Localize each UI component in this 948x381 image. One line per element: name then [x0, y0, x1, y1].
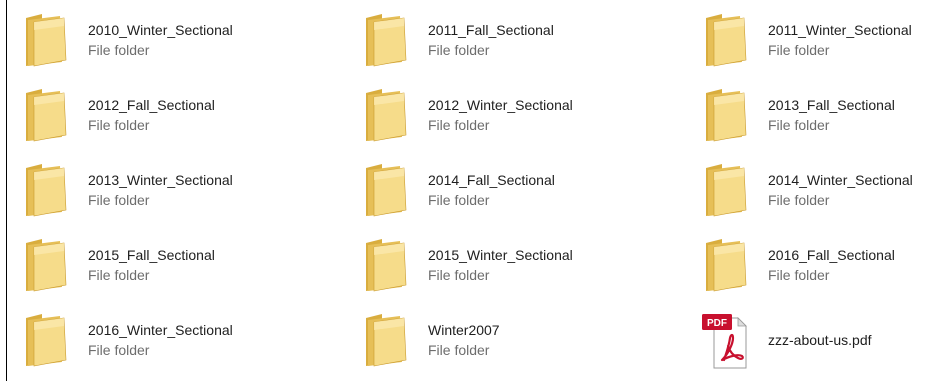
folder-item[interactable]: 2016_Winter_Sectional File folder	[20, 308, 360, 381]
folder-icon	[366, 239, 407, 292]
item-type: File folder	[428, 342, 490, 358]
item-type: File folder	[768, 267, 830, 283]
item-name: 2011_Fall_Sectional	[428, 22, 554, 38]
item-name: 2014_Fall_Sectional	[428, 172, 555, 188]
folder-item[interactable]: 2010_Winter_Sectional File folder	[20, 8, 360, 83]
item-type: File folder	[428, 267, 490, 283]
pane-divider	[6, 0, 7, 381]
folder-icon	[26, 239, 67, 292]
folder-icon	[26, 89, 67, 142]
folder-icon	[26, 14, 67, 67]
item-name: Winter2007	[428, 322, 500, 338]
item-name: 2012_Fall_Sectional	[88, 97, 215, 113]
item-type: File folder	[768, 42, 830, 58]
folder-icon	[366, 89, 407, 142]
pdf-badge-label: PDF	[707, 318, 727, 329]
folder-item[interactable]: Winter2007 File folder	[360, 308, 700, 381]
folder-item[interactable]: 2012_Winter_Sectional File folder	[360, 83, 700, 158]
item-type: File folder	[88, 117, 150, 133]
folder-item[interactable]: 2012_Fall_Sectional File folder	[20, 83, 360, 158]
folder-item[interactable]: 2013_Fall_Sectional File folder	[700, 83, 948, 158]
folder-icon	[366, 164, 407, 217]
folder-icon	[366, 314, 407, 367]
item-name: 2011_Winter_Sectional	[768, 22, 912, 38]
folder-icon	[706, 239, 747, 292]
file-explorer-content-view: 2010_Winter_Sectional File folder 2011_F…	[0, 0, 948, 381]
item-type: File folder	[88, 267, 150, 283]
item-name: zzz-about-us.pdf	[768, 332, 872, 348]
folder-item[interactable]: 2014_Winter_Sectional File folder	[700, 158, 948, 233]
folder-icon	[26, 164, 67, 217]
item-name: 2013_Fall_Sectional	[768, 97, 895, 113]
folder-item[interactable]: 2013_Winter_Sectional File folder	[20, 158, 360, 233]
item-name: 2016_Winter_Sectional	[88, 322, 233, 338]
item-type: File folder	[88, 42, 150, 58]
folder-icon	[366, 14, 407, 67]
item-name: 2010_Winter_Sectional	[88, 22, 233, 38]
item-name: 2016_Fall_Sectional	[768, 247, 895, 263]
item-name: 2014_Winter_Sectional	[768, 172, 913, 188]
pdf-file-icon: PDF	[702, 314, 747, 369]
item-name: 2013_Winter_Sectional	[88, 172, 233, 188]
folder-item[interactable]: 2015_Fall_Sectional File folder	[20, 233, 360, 308]
item-type: File folder	[88, 192, 150, 208]
folder-item[interactable]: 2015_Winter_Sectional File folder	[360, 233, 700, 308]
folder-icon	[26, 314, 67, 367]
folder-icon	[706, 89, 747, 142]
item-type: File folder	[428, 42, 490, 58]
file-grid: 2010_Winter_Sectional File folder 2011_F…	[20, 8, 948, 381]
item-type: File folder	[428, 117, 490, 133]
pdf-file-item[interactable]: PDF zzz-about-us.pdf	[700, 308, 948, 381]
item-name: 2015_Fall_Sectional	[88, 247, 215, 263]
item-type: File folder	[768, 117, 830, 133]
item-type: File folder	[88, 342, 150, 358]
item-name: 2012_Winter_Sectional	[428, 97, 573, 113]
folder-item[interactable]: 2011_Winter_Sectional File folder	[700, 8, 948, 83]
item-type: File folder	[768, 192, 830, 208]
folder-item[interactable]: 2011_Fall_Sectional File folder	[360, 8, 700, 83]
item-type: File folder	[428, 192, 490, 208]
folder-icon	[706, 14, 747, 67]
folder-item[interactable]: 2016_Fall_Sectional File folder	[700, 233, 948, 308]
folder-icon	[706, 164, 747, 217]
item-name: 2015_Winter_Sectional	[428, 247, 573, 263]
folder-item[interactable]: 2014_Fall_Sectional File folder	[360, 158, 700, 233]
